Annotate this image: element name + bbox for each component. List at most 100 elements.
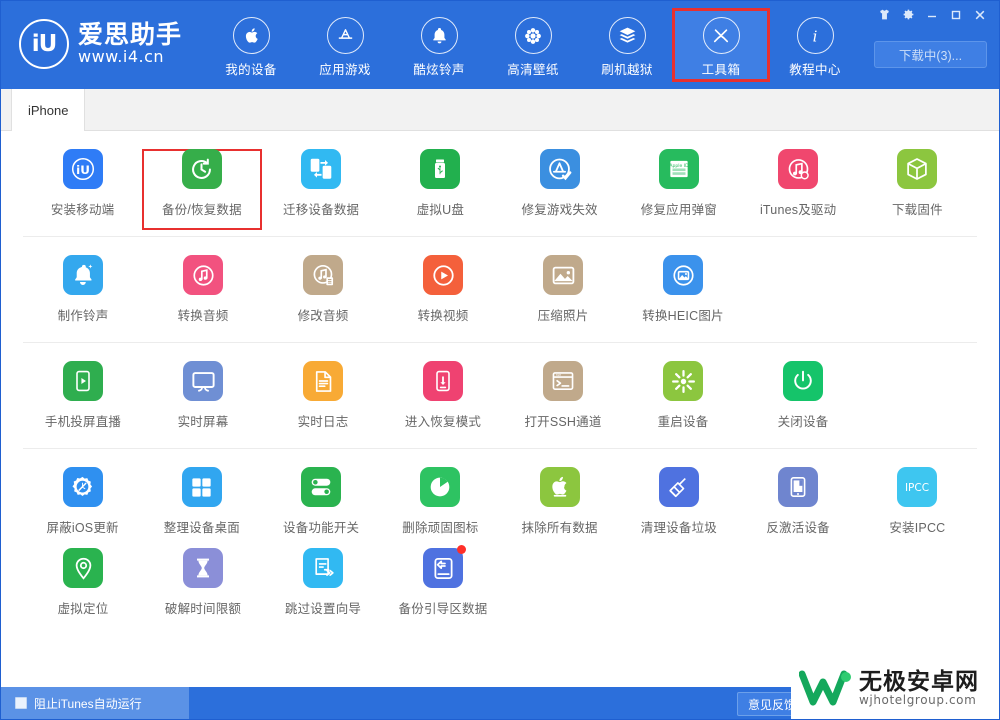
nav-item-tutorials[interactable]: i 教程中心 — [768, 10, 862, 80]
tool-itunes-driver[interactable]: iTunes及驱动 — [739, 149, 858, 230]
tool-label: 实时屏幕 — [177, 415, 229, 429]
block-itunes-checkbox-area[interactable]: 阻止iTunes自动运行 — [1, 687, 189, 719]
tool-row: 手机投屏直播 实时屏幕 实时日志 进入恢复模式 SSH 打开SSH通道 重启设备… — [23, 361, 977, 442]
minimize-icon[interactable] — [921, 5, 943, 24]
tool-power-off-device[interactable]: 关闭设备 — [743, 361, 863, 442]
tool-screen-cast-live[interactable]: 手机投屏直播 — [23, 361, 143, 442]
log-file-icon — [303, 361, 343, 401]
tool-group: 制作铃声 转换音频 修改音频 转换视频 压缩照片 转换HEIC图片 — [23, 237, 977, 343]
deactivate-device-icon — [778, 467, 819, 507]
tool-fix-game[interactable]: 修复游戏失效 — [500, 149, 619, 230]
tool-label: 转换视频 — [417, 309, 469, 323]
tool-restart-device[interactable]: 重启设备 — [623, 361, 743, 442]
audio-edit-icon — [303, 255, 343, 295]
brand-name: 爱思助手 — [78, 21, 183, 50]
nav-item-ringtones[interactable]: 酷炫铃声 — [392, 10, 486, 80]
tool-edit-audio[interactable]: 修改音频 — [263, 255, 383, 336]
tool-compress-photo[interactable]: 压缩照片 — [503, 255, 623, 336]
tool-backup-restore[interactable]: 备份/恢复数据 — [142, 149, 262, 230]
nav-label: 刷机越狱 — [601, 63, 653, 77]
info-icon: i — [796, 17, 834, 54]
tool-download-firmware[interactable]: 下载固件 — [858, 149, 977, 230]
erase-apple-icon — [539, 467, 580, 507]
tool-label: 下载固件 — [891, 203, 943, 217]
nav-label: 教程中心 — [789, 63, 841, 77]
close-icon[interactable] — [969, 5, 991, 24]
box-open-icon — [608, 17, 646, 54]
tool-make-ringtone[interactable]: 制作铃声 — [23, 255, 143, 336]
tool-deactivate-device[interactable]: 反激活设备 — [739, 467, 858, 548]
bell-icon — [420, 17, 458, 54]
app-window: iU 爱思助手 www.i4.cn 我的设备 应用游戏 酷炫铃声 高清壁纸 刷机… — [0, 0, 1000, 720]
nav-item-flash-jailbreak[interactable]: 刷机越狱 — [580, 10, 674, 80]
tool-label: 手机投屏直播 — [44, 415, 122, 429]
usb-drive-icon — [420, 149, 461, 189]
clean-broom-icon — [658, 467, 699, 507]
tool-convert-audio[interactable]: 转换音频 — [143, 255, 263, 336]
download-status-button[interactable]: 下载中(3)... — [874, 41, 987, 68]
nav-item-apps-games[interactable]: 应用游戏 — [298, 10, 392, 80]
tool-label: 转换音频 — [177, 309, 229, 323]
maximize-icon[interactable] — [945, 5, 967, 24]
tool-crack-time-limit[interactable]: 破解时间限额 — [143, 548, 263, 629]
tool-block-ios-update[interactable]: 屏蔽iOS更新 — [23, 467, 142, 548]
svg-text:i: i — [813, 27, 818, 45]
tool-label: 修复游戏失效 — [521, 203, 598, 217]
tool-label: 关闭设备 — [777, 415, 829, 429]
tool-label: 重启设备 — [657, 415, 709, 429]
block-update-icon — [62, 467, 103, 507]
block-itunes-label: 阻止iTunes自动运行 — [34, 696, 142, 711]
tool-label: 屏蔽iOS更新 — [46, 521, 119, 535]
tool-row: iU 安装移动端 备份/恢复数据 迁移设备数据 虚拟U盘 修复游戏失效 Appl… — [23, 149, 977, 230]
svg-text:IPCC: IPCC — [905, 482, 929, 494]
tool-delete-stuck-icon[interactable]: 删除顽固图标 — [381, 467, 500, 548]
tool-open-ssh[interactable]: SSH 打开SSH通道 — [503, 361, 623, 442]
checkbox-icon[interactable] — [15, 697, 27, 709]
tool-install-mobile[interactable]: iU 安装移动端 — [23, 149, 142, 230]
hourglass-icon — [183, 548, 223, 588]
tool-realtime-screen[interactable]: 实时屏幕 — [143, 361, 263, 442]
tool-label: 打开SSH通道 — [524, 415, 602, 429]
device-tabbar: iPhone — [1, 89, 999, 131]
nav-item-wallpapers[interactable]: 高清壁纸 — [486, 10, 580, 80]
tool-label: 抹除所有数据 — [521, 521, 598, 535]
flower-icon — [514, 17, 552, 54]
restart-icon — [663, 361, 703, 401]
screen-cast-icon — [63, 361, 103, 401]
brand-logo-text: iU — [31, 31, 58, 57]
tool-arrange-desktop[interactable]: 整理设备桌面 — [142, 467, 261, 548]
tool-label: 破解时间限额 — [164, 602, 242, 616]
tool-fix-app-popup[interactable]: Apple ID 修复应用弹窗 — [619, 149, 738, 230]
tool-virtual-location[interactable]: 虚拟定位 — [23, 548, 143, 629]
tool-realtime-log[interactable]: 实时日志 — [263, 361, 383, 442]
arrange-desktop-icon — [181, 467, 222, 507]
pie-delete-icon — [420, 467, 461, 507]
appstore-fix-icon — [539, 149, 580, 189]
skin-icon[interactable] — [873, 5, 895, 24]
tool-convert-video[interactable]: 转换视频 — [383, 255, 503, 336]
tool-label: 删除顽固图标 — [402, 521, 479, 535]
tool-clean-device-junk[interactable]: 清理设备垃圾 — [619, 467, 738, 548]
apple-icon — [232, 17, 270, 54]
tool-backup-boot-data[interactable]: 备份引导区数据 — [383, 545, 503, 629]
tool-skip-setup-wizard[interactable]: 跳过设置向导 — [263, 548, 383, 629]
tool-convert-heic[interactable]: 转换HEIC图片 — [623, 255, 743, 336]
tab-iphone[interactable]: iPhone — [11, 89, 86, 131]
tool-virtual-usb[interactable]: 虚拟U盘 — [381, 149, 500, 230]
tool-row: 屏蔽iOS更新 整理设备桌面 设备功能开关 删除顽固图标 抹除所有数据 清理设备… — [23, 467, 977, 548]
tool-migrate-device-data[interactable]: 迁移设备数据 — [262, 149, 381, 230]
tool-install-ipcc[interactable]: IPCC 安装IPCC — [858, 467, 977, 548]
tool-label: 安装移动端 — [50, 203, 115, 217]
power-off-icon — [783, 361, 823, 401]
tool-label: 反激活设备 — [766, 521, 830, 535]
gear-icon[interactable] — [897, 5, 919, 24]
nav-item-toolbox[interactable]: 工具箱 — [672, 8, 771, 82]
video-convert-icon — [423, 255, 463, 295]
tool-label: 修改音频 — [297, 309, 349, 323]
nav-item-my-device[interactable]: 我的设备 — [204, 10, 298, 80]
audio-convert-icon — [183, 255, 223, 295]
tool-device-feature-switch[interactable]: 设备功能开关 — [262, 467, 381, 548]
tool-label: iTunes及驱动 — [759, 203, 837, 217]
tool-erase-all-data[interactable]: 抹除所有数据 — [500, 467, 619, 548]
tool-enter-recovery-mode[interactable]: 进入恢复模式 — [383, 361, 503, 442]
